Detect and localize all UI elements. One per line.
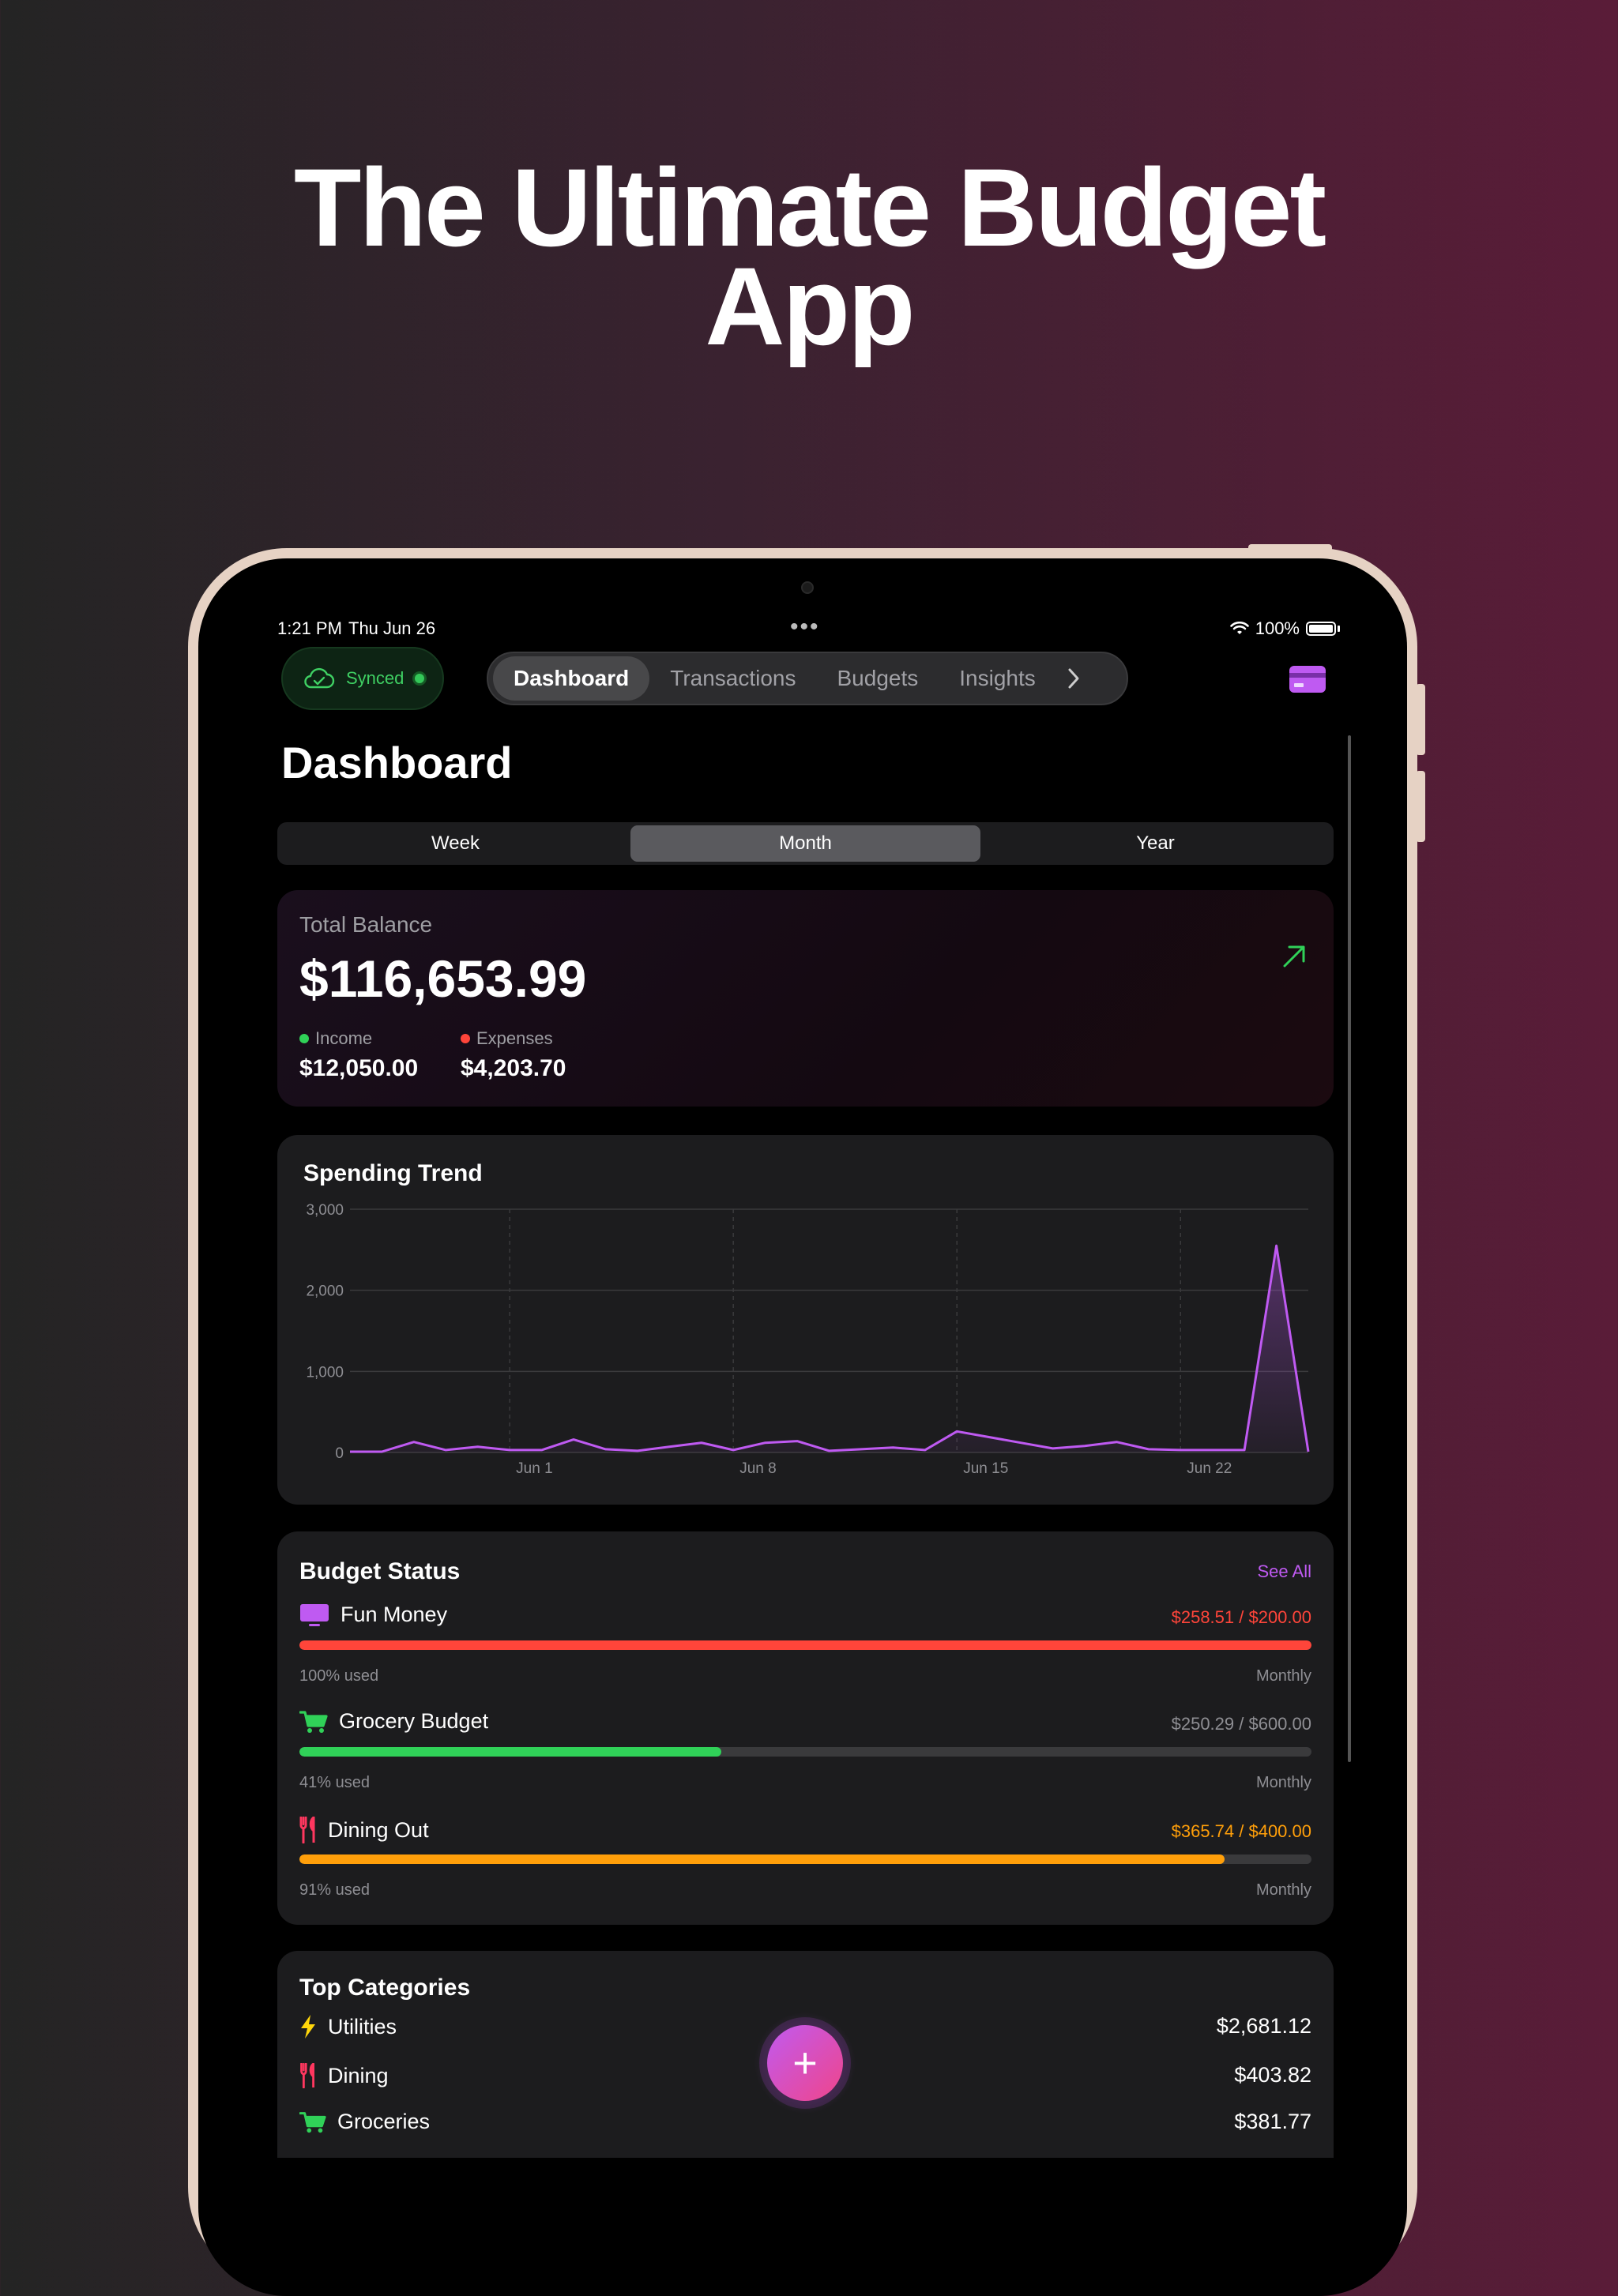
budget-progress-track (299, 1854, 1311, 1864)
battery-cap (1338, 626, 1340, 632)
sync-indicator-dot (415, 674, 425, 683)
income-summary: Income $12,050.00 (299, 1028, 418, 1082)
device-volume-down-button (1416, 771, 1425, 842)
budget-period: Monthly (1255, 1667, 1311, 1685)
headline-line-2: App (705, 244, 915, 368)
wifi-icon (1229, 622, 1249, 634)
budget-status-title: Budget Status (299, 1558, 461, 1584)
sync-status-button[interactable]: Synced (281, 647, 444, 710)
tab-transactions[interactable]: Transactions (649, 656, 816, 701)
status-date: Thu Jun 26 (348, 618, 436, 638)
page-title: Dashboard (281, 738, 513, 787)
balance-label: Total Balance (299, 912, 433, 937)
category-amount: $381.77 (1234, 2110, 1311, 2133)
budget-name: Grocery Budget (339, 1709, 489, 1733)
category-name: Utilities (328, 2014, 397, 2039)
chart-y-tick-label: 0 (335, 1445, 344, 1462)
income-label: Income (315, 1028, 373, 1048)
front-camera (801, 581, 814, 594)
tab-budgets[interactable]: Budgets (817, 656, 939, 701)
budget-period: Monthly (1255, 1881, 1311, 1899)
balance-value: $116,653.99 (299, 949, 587, 1008)
budget-progress-fill (299, 1747, 722, 1757)
fork-knife-icon (299, 1817, 315, 1843)
segment-year[interactable]: Year (980, 825, 1330, 862)
top-categories-title: Top Categories (299, 1975, 471, 2001)
add-transaction-button[interactable]: + (767, 2025, 843, 2101)
segment-month[interactable]: Month (630, 825, 980, 862)
cart-icon (299, 2111, 326, 2133)
budget-used: 100% used (299, 1667, 379, 1685)
chevron-right-icon[interactable] (1056, 667, 1089, 690)
app-screen: 1:21 PM Thu Jun 26 ••• 100% Synced Dashb… (258, 612, 1356, 2158)
expenses-summary: Expenses $4,203.70 (461, 1028, 566, 1082)
battery-percent: 100% (1255, 618, 1300, 638)
category-name: Dining (328, 2063, 389, 2087)
chart-y-tick-label: 1,000 (306, 1364, 344, 1381)
bolt-icon (301, 2015, 315, 2039)
status-time: 1:21 PM (277, 618, 342, 638)
battery-icon (1306, 622, 1336, 636)
budget-amount: $365.74 / $400.00 (1171, 1821, 1311, 1841)
expenses-label: Expenses (476, 1028, 553, 1048)
cloud-check-icon (304, 667, 335, 689)
arrow-up-right-icon (1283, 945, 1305, 968)
spending-trend-card: Spending Trend 0 1,000 2,000 3,000 Jun 1 Jun … (277, 1135, 1334, 1505)
income-dot (299, 1034, 309, 1043)
category-amount: $403.82 (1234, 2063, 1311, 2087)
budget-name: Dining Out (328, 1817, 429, 1842)
headline-line-1: The Ultimate Budget (293, 145, 1326, 269)
tv-icon (300, 1603, 329, 1626)
tab-insights[interactable]: Insights (939, 656, 1056, 701)
category-name: Groceries (337, 2110, 431, 2133)
expenses-value: $4,203.70 (461, 1055, 566, 1081)
budget-progress-fill (299, 1854, 1225, 1864)
income-value: $12,050.00 (299, 1055, 419, 1081)
category-row-groceries[interactable]: Groceries $381.77 (299, 2110, 1311, 2141)
budget-used: 41% used (299, 1774, 370, 1791)
credit-card-icon[interactable] (1289, 666, 1326, 693)
budget-used: 91% used (299, 1881, 370, 1899)
budget-status-card: Budget Status See All Fun Money $258.51 … (277, 1531, 1334, 1925)
chart-x-tick-label: Jun 8 (739, 1460, 776, 1477)
chart-x-tick-label: Jun 15 (963, 1460, 1008, 1477)
segment-week[interactable]: Week (280, 825, 630, 862)
status-right: 100% (1229, 618, 1340, 639)
chart-x-tick-label: Jun 22 (1187, 1460, 1232, 1477)
scroll-indicator[interactable] (1348, 735, 1351, 1762)
device-top-button (1248, 544, 1332, 552)
status-bar: 1:21 PM Thu Jun 26 ••• 100% (258, 612, 1356, 644)
total-balance-card[interactable]: Total Balance $116,653.99 Income $12,050… (277, 890, 1334, 1107)
chart-area (350, 1246, 1308, 1452)
see-all-link[interactable]: See All (1258, 1561, 1312, 1582)
budget-amount: $250.29 / $600.00 (1171, 1714, 1311, 1734)
fork-knife-icon (300, 2063, 314, 2088)
chart-y-tick-label: 2,000 (306, 1283, 344, 1300)
spending-trend-chart[interactable]: 0 1,000 2,000 3,000 Jun 1 Jun 8 Jun 15 Jun 22 (277, 1135, 1334, 1505)
sync-label: Synced (346, 668, 404, 688)
cart-icon (299, 1710, 328, 1733)
chart-x-tick-label: Jun 1 (516, 1460, 552, 1477)
budget-row-fun-money[interactable]: Fun Money $258.51 / $200.00 100% used Mo… (299, 1603, 1311, 1697)
budget-progress-track (299, 1640, 1311, 1650)
marketing-headline: The Ultimate Budget App (0, 145, 1618, 368)
budget-name: Fun Money (341, 1603, 448, 1626)
budget-row-dining-out[interactable]: Dining Out $365.74 / $400.00 91% used Mo… (299, 1817, 1311, 1911)
multitasking-dots-icon[interactable]: ••• (790, 614, 820, 641)
tab-dashboard[interactable]: Dashboard (493, 656, 650, 701)
budget-progress-fill (299, 1640, 1311, 1650)
expenses-dot (461, 1034, 470, 1043)
period-segmented-control: Week Month Year (277, 822, 1334, 865)
budget-progress-track (299, 1747, 1311, 1757)
budget-period: Monthly (1255, 1774, 1311, 1791)
device-volume-up-button (1416, 684, 1425, 755)
chart-y-tick-label: 3,000 (306, 1202, 344, 1219)
chart-series-line (350, 1244, 1310, 1453)
budget-row-grocery[interactable]: Grocery Budget $250.29 / $600.00 41% use… (299, 1709, 1311, 1804)
main-tab-bar: Dashboard Transactions Budgets Insights (487, 652, 1128, 705)
category-amount: $2,681.12 (1216, 2014, 1311, 2038)
budget-amount: $258.51 / $200.00 (1171, 1607, 1311, 1627)
